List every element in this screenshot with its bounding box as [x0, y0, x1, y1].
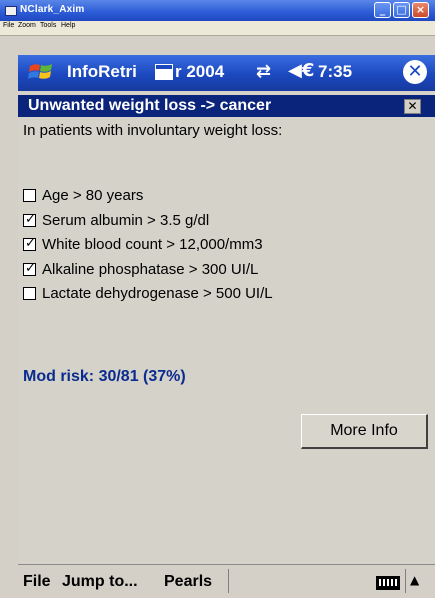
check-icon: ✓: [25, 212, 36, 227]
menu-jump-to[interactable]: Jump to...: [62, 573, 138, 591]
emulator-frame: NClark_Axim _ □ × File Zoom Tools Help I…: [0, 0, 435, 598]
emulator-menu: File Zoom Tools Help: [0, 21, 435, 36]
criterion-label[interactable]: Serum albumin > 3.5 g/dl: [42, 212, 209, 229]
bottom-menubar: File Jump to... Pearls ▲: [18, 564, 435, 598]
keyboard-icon[interactable]: [376, 576, 400, 590]
calculator-header: Unwanted weight loss -> cancer ✕: [18, 95, 435, 117]
emulator-titlebar: NClark_Axim _ □ ×: [0, 0, 435, 21]
window-title: NClark_Axim: [20, 4, 85, 15]
checkbox[interactable]: ✓: [23, 236, 36, 251]
more-info-button[interactable]: More Info: [301, 414, 428, 449]
windows-flag-icon[interactable]: [27, 58, 55, 86]
intro-text: In patients with involuntary weight loss…: [23, 122, 283, 139]
emu-menu-zoom[interactable]: Zoom: [18, 22, 36, 29]
connectivity-icon[interactable]: ⇄: [256, 61, 271, 82]
check-icon: ✓: [25, 236, 36, 251]
criterion-label[interactable]: Alkaline phosphatase > 300 UI/L: [42, 261, 258, 278]
menu-divider: [405, 569, 406, 593]
menu-pearls[interactable]: Pearls: [164, 573, 212, 591]
criterion-label[interactable]: Age > 80 years: [42, 187, 143, 204]
ok-close-button[interactable]: ✕: [403, 60, 427, 84]
check-icon: ✓: [25, 261, 36, 276]
emu-menu-tools[interactable]: Tools: [40, 22, 56, 29]
menu-divider: [228, 569, 229, 593]
checkbox[interactable]: ✓: [23, 212, 36, 227]
risk-result: Mod risk: 30/81 (37%): [23, 368, 186, 385]
header-close-button[interactable]: ✕: [404, 99, 421, 114]
app-icon: [5, 6, 17, 16]
minimize-button[interactable]: _: [374, 2, 391, 18]
criterion-label[interactable]: White blood count > 12,000/mm3: [42, 236, 263, 253]
device-titlebar: InfoRetri r 2004 ⇄ ◀€ 7:35 ✕: [18, 55, 435, 91]
clock-time[interactable]: 7:35: [318, 62, 352, 82]
maximize-button[interactable]: □: [393, 2, 410, 18]
menu-file[interactable]: File: [23, 573, 51, 591]
volume-icon[interactable]: ◀€: [288, 60, 314, 81]
checkbox[interactable]: ✓: [23, 261, 36, 276]
criterion-label[interactable]: Lactate dehydrogenase > 500 UI/L: [42, 285, 273, 302]
close-icon: ✕: [407, 61, 423, 82]
checkbox[interactable]: [23, 287, 36, 300]
content-area: Unwanted weight loss -> cancer ✕ In pati…: [18, 91, 435, 564]
calendar-icon[interactable]: [155, 64, 173, 80]
emu-menu-file[interactable]: File: [3, 22, 14, 29]
close-window-button[interactable]: ×: [412, 2, 429, 18]
app-title[interactable]: InfoRetri: [67, 62, 137, 82]
emu-menu-help[interactable]: Help: [61, 22, 75, 29]
input-panel-arrow-icon[interactable]: ▲: [410, 573, 419, 587]
calculator-title: Unwanted weight loss -> cancer: [28, 97, 272, 114]
checkbox[interactable]: [23, 189, 36, 202]
title-year: r 2004: [175, 62, 225, 81]
